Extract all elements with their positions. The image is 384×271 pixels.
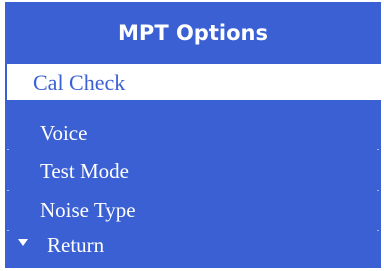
menu-item-cal-check-label: Cal Check bbox=[33, 70, 126, 95]
menu-item-voice[interactable]: Voice bbox=[40, 120, 87, 146]
edge-tick bbox=[7, 190, 9, 191]
edge-tick bbox=[7, 149, 9, 150]
menu-item-noise-type[interactable]: Noise Type bbox=[40, 197, 136, 223]
triangle-down-icon bbox=[18, 239, 28, 246]
menu-item-return[interactable]: Return bbox=[47, 232, 104, 258]
menu-title: MPT Options bbox=[118, 21, 268, 45]
edge-tick bbox=[377, 230, 379, 231]
edge-tick bbox=[377, 149, 379, 150]
menu-item-test-mode[interactable]: Test Mode bbox=[40, 158, 129, 184]
edge-tick bbox=[377, 190, 379, 191]
edge-tick bbox=[7, 230, 9, 231]
